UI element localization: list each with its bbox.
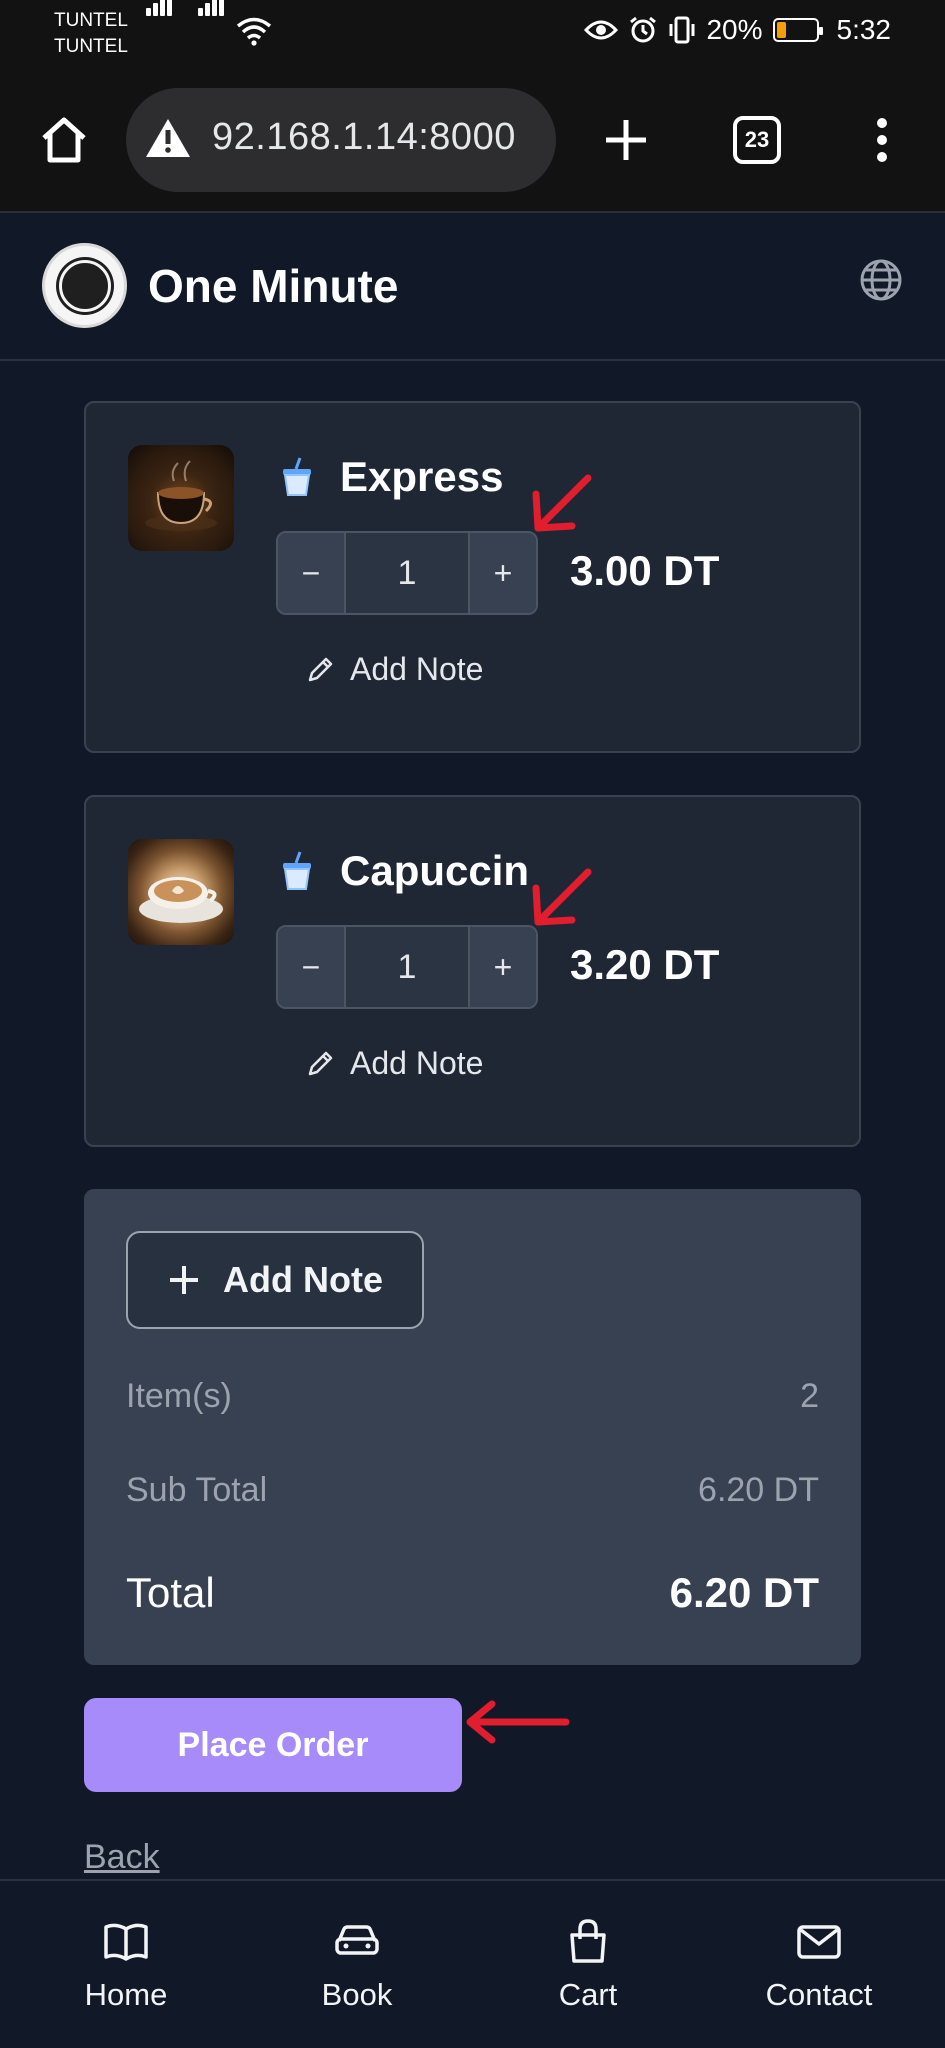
annotation-arrow: [532, 474, 592, 532]
quantity-value[interactable]: 1: [344, 927, 470, 1007]
pencil-icon: [308, 657, 333, 681]
nav-item-cart[interactable]: Cart: [508, 1917, 668, 2013]
total-row: Total 6.20 DT: [126, 1569, 819, 1617]
cart-item-card: Express − 1 + 3.00 DT Add Note: [84, 401, 861, 753]
item-price: 3.20 DT: [570, 941, 720, 988]
quantity-value[interactable]: 1: [344, 533, 470, 613]
subtotal-row: Sub Total 6.20 DT: [126, 1471, 819, 1510]
add-item-note-button[interactable]: Add Note: [304, 651, 483, 688]
decrement-button[interactable]: −: [278, 927, 344, 1007]
alarm-icon: [630, 16, 657, 43]
add-item-note-button[interactable]: Add Note: [304, 1045, 483, 1082]
add-order-note-button[interactable]: Add Note: [126, 1231, 424, 1329]
subtotal-value: 6.20 DT: [698, 1471, 819, 1509]
status-right: 20% 5:32: [584, 14, 891, 46]
nav-item-contact[interactable]: Contact: [739, 1917, 899, 2013]
logo[interactable]: [42, 243, 127, 328]
nav-item-home[interactable]: Home: [46, 1917, 206, 2013]
place-order-button[interactable]: Place Order: [84, 1698, 462, 1792]
cart-item-card: Capuccin − 1 + 3.20 DT Add Note: [84, 795, 861, 1147]
plus-icon: [170, 1266, 198, 1294]
logo-emblem: [58, 259, 111, 312]
tab-switcher-button[interactable]: 23: [733, 116, 781, 164]
add-note-label: Add Note: [350, 651, 484, 687]
nav-label-book: Book: [321, 1977, 393, 2012]
item-name: Capuccin: [340, 847, 530, 894]
car-icon: [335, 1925, 379, 1955]
decrement-button[interactable]: −: [278, 533, 344, 613]
item-image-capuccin: [128, 839, 234, 945]
back-link[interactable]: Back: [84, 1838, 160, 1877]
globe-icon[interactable]: [858, 257, 904, 303]
clock: 5:32: [836, 14, 892, 45]
items-label: Item(s): [126, 1377, 232, 1415]
item-name: Express: [340, 453, 504, 500]
address-bar[interactable]: 92.168.1.14:8000: [126, 88, 556, 192]
browser-toolbar: 92.168.1.14:8000 23: [0, 68, 945, 213]
drink-cup-icon: [283, 851, 311, 890]
add-note-label: Add Note: [350, 1045, 484, 1081]
carrier-2: TUNTEL: [54, 36, 128, 57]
carrier-labels: TUNTEL TUNTEL: [54, 8, 128, 60]
total-label: Total: [126, 1569, 215, 1616]
nav-item-book[interactable]: Book: [277, 1917, 437, 2013]
nav-label-contact: Contact: [765, 1977, 873, 2012]
annotation-arrow: [532, 868, 592, 926]
quantity-stepper: − 1 +: [276, 531, 538, 615]
nav-label-cart: Cart: [558, 1977, 618, 2012]
items-count-row: Item(s) 2: [126, 1377, 819, 1416]
page-title: One Minute: [148, 260, 399, 312]
new-tab-plus-icon[interactable]: [598, 112, 654, 168]
url-text[interactable]: 92.168.1.14:8000: [212, 116, 516, 159]
drink-cup-icon: [283, 457, 311, 496]
app-header: One Minute: [0, 213, 945, 361]
item-image-express: [128, 445, 234, 551]
increment-button[interactable]: +: [470, 927, 536, 1007]
item-price: 3.00 DT: [570, 547, 720, 594]
vibrate-icon: [669, 16, 695, 44]
cappuccino-cup-image: [139, 877, 223, 923]
annotation-arrow: [466, 1700, 570, 1744]
increment-button[interactable]: +: [470, 533, 536, 613]
book-open-icon: [104, 1923, 148, 1961]
quantity-stepper: − 1 +: [276, 925, 538, 1009]
battery-percent: 20%: [706, 14, 763, 45]
bottom-navigation: Home Book Cart Contact: [0, 1879, 945, 2048]
nav-label-home: Home: [84, 1977, 168, 2012]
wifi-icon: [236, 17, 272, 46]
warning-icon[interactable]: [144, 116, 192, 160]
total-value: 6.20 DT: [669, 1569, 819, 1616]
tab-count: 23: [744, 127, 770, 152]
eye-icon: [584, 20, 619, 40]
order-summary: Add Note Item(s) 2 Sub Total 6.20 DT Tot…: [84, 1189, 861, 1665]
subtotal-label: Sub Total: [126, 1471, 268, 1509]
mail-icon: [797, 1925, 841, 1959]
status-bar: TUNTEL TUNTEL 20% 5:32: [0, 0, 945, 68]
add-order-note-label: Add Note: [223, 1259, 383, 1300]
carrier-1: TUNTEL: [54, 10, 128, 31]
kebab-menu-icon[interactable]: [862, 112, 902, 168]
battery-icon: [772, 18, 823, 42]
items-value: 2: [800, 1377, 819, 1415]
shopping-bag-icon: [570, 1919, 606, 1963]
espresso-cup-image: [145, 460, 217, 531]
home-icon[interactable]: [36, 112, 92, 168]
pencil-icon: [308, 1051, 333, 1075]
